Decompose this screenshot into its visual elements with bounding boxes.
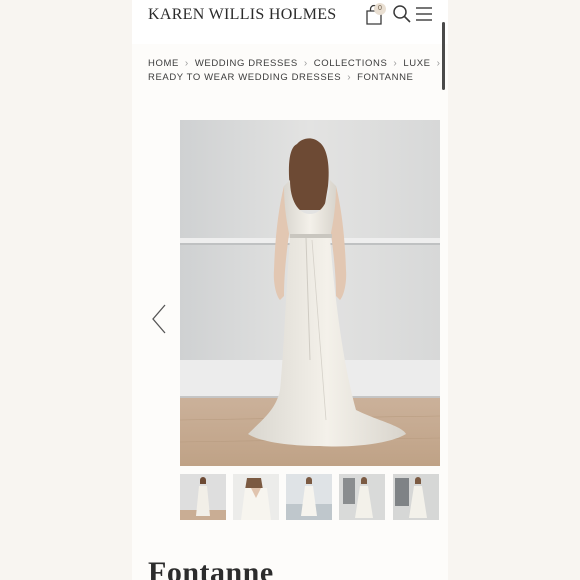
breadcrumb-current: FONTANNE bbox=[357, 72, 414, 83]
chevron-left-icon[interactable] bbox=[150, 303, 168, 335]
breadcrumb-ready-to-wear[interactable]: READY TO WEAR WEDDING DRESSES bbox=[148, 72, 341, 83]
scrollbar[interactable] bbox=[442, 22, 445, 90]
chevron-right-icon: › bbox=[393, 58, 398, 69]
breadcrumb-luxe[interactable]: LUXE bbox=[403, 58, 430, 69]
chevron-right-icon: › bbox=[347, 72, 352, 83]
breadcrumb: HOME › WEDDING DRESSES › COLLECTIONS › LUXE › R… bbox=[148, 57, 440, 85]
thumbnail-1[interactable] bbox=[180, 474, 226, 520]
breadcrumb-home[interactable]: HOME bbox=[148, 58, 179, 69]
thumbnail-strip bbox=[180, 474, 440, 520]
breadcrumb-collections[interactable]: COLLECTIONS bbox=[314, 58, 388, 69]
thumbnail-4[interactable] bbox=[339, 474, 385, 520]
brand-logo[interactable]: KAREN WILLIS HOLMES bbox=[148, 6, 337, 24]
search-icon[interactable] bbox=[392, 4, 412, 24]
chevron-right-icon: › bbox=[436, 58, 441, 69]
product-title: Fontanne bbox=[148, 556, 274, 580]
cart-count-badge: 0 bbox=[374, 3, 386, 15]
product-main-image[interactable] bbox=[180, 120, 440, 466]
hamburger-menu-icon[interactable] bbox=[415, 5, 433, 23]
chevron-right-icon: › bbox=[184, 58, 189, 69]
thumbnail-2[interactable] bbox=[233, 474, 279, 520]
site-header: KAREN WILLIS HOLMES 0 bbox=[132, 0, 448, 44]
thumbnail-3[interactable] bbox=[286, 474, 332, 520]
thumbnail-5[interactable] bbox=[393, 474, 439, 520]
breadcrumb-wedding-dresses[interactable]: WEDDING DRESSES bbox=[195, 58, 298, 69]
mobile-page: KAREN WILLIS HOLMES 0 HOME › WEDDING DRESS… bbox=[132, 0, 448, 580]
chevron-right-icon: › bbox=[303, 58, 308, 69]
